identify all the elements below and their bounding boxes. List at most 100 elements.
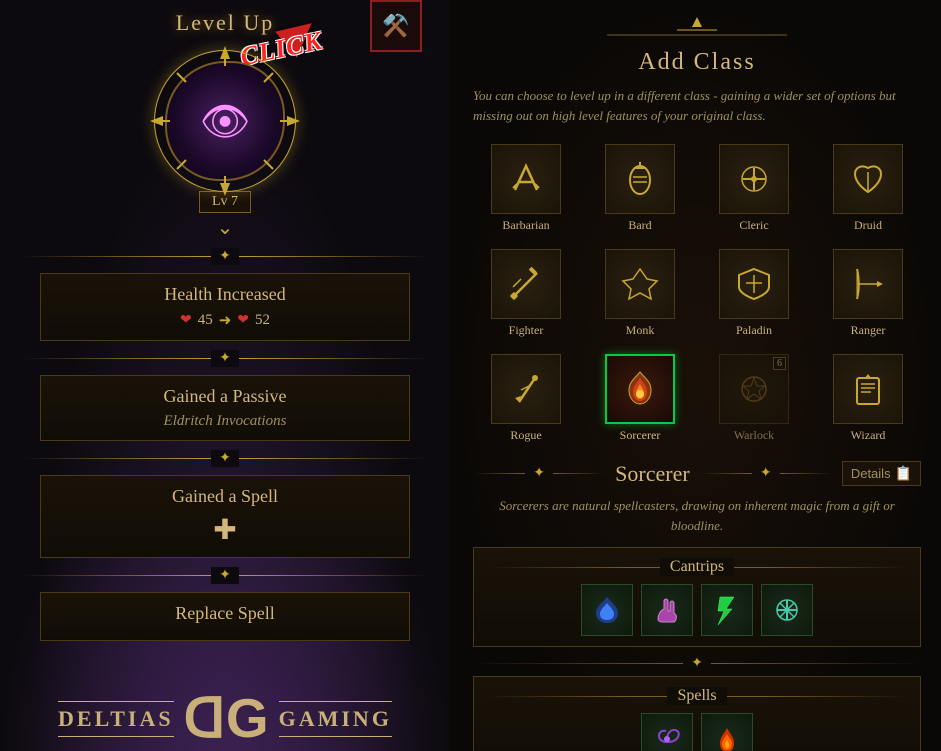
class-item-barbarian[interactable]: Barbarian [473,140,579,237]
replace-spell-card[interactable]: Replace Spell [40,592,410,641]
wizard-icon [833,354,903,424]
left-divider-star: ✦ [525,465,553,482]
paladin-icon [719,249,789,319]
bard-icon [605,144,675,214]
replace-spell-title: Replace Spell [57,603,393,624]
sorcerer-icon [605,354,675,424]
spell-icon-0[interactable] [641,713,693,751]
warlock-label: Warlock [734,428,774,443]
add-class-title: Add Class [473,49,921,76]
copy-icon: 📋 [895,465,912,482]
divider-1: ✦ [23,246,428,266]
cantrips-section: Cantrips [473,547,921,647]
spells-divider: ✦ [473,655,921,672]
ranger-label: Ranger [851,323,886,338]
details-button[interactable]: Details 📋 [842,461,921,486]
class-item-bard[interactable]: Bard [587,140,693,237]
health-increased-value: ❤ 45 ➜ ❤ 52 [57,311,393,330]
watermark-right: GAMING [279,706,392,731]
selected-class-desc: Sorcerers are natural spellcasters, draw… [473,496,921,535]
cantrips-title: Cantrips [660,558,734,576]
health-increased-card: Health Increased ❤ 45 ➜ ❤ 52 [40,273,410,341]
cleric-label: Cleric [739,218,768,233]
cantrip-icon-2[interactable] [701,584,753,636]
spells-section: Spells [473,676,921,751]
sorcerer-label: Sorcerer [620,428,661,443]
top-decoration [607,15,787,45]
class-item-warlock[interactable]: 6 Warlock [701,350,807,447]
class-item-ranger[interactable]: Ranger [815,245,921,342]
spells-divider-star: ✦ [683,655,711,672]
gained-spell-title: Gained a Spell [57,486,393,507]
druid-label: Druid [854,218,882,233]
passive-subtitle: Eldritch Invocations [57,413,393,430]
level-up-header: Level Up [176,10,274,36]
cantrips-header: Cantrips [488,558,906,576]
ranger-icon [833,249,903,319]
details-label: Details [851,466,891,481]
class-item-paladin[interactable]: Paladin [701,245,807,342]
hammer-icon: ⚒️ [382,13,409,39]
watermark-left: DELTIAS [58,706,174,731]
barbarian-icon [491,144,561,214]
divider-star-1: ✦ [211,248,239,265]
fighter-label: Fighter [509,323,544,338]
warlock-level-badge: 6 [773,357,786,370]
monk-icon [605,249,675,319]
right-panel: Add Class You can choose to level up in … [453,0,941,751]
right-divider-star: ✦ [752,465,780,482]
left-panel: Level Up ⚒️ ▶ CLICK [0,0,450,751]
class-item-cleric[interactable]: Cleric [701,140,807,237]
class-item-monk[interactable]: Monk [587,245,693,342]
warlock-icon: 6 [719,354,789,424]
wizard-label: Wizard [851,428,886,443]
click-icon-button[interactable]: ⚒️ [370,0,422,52]
character-avatar [160,56,290,186]
class-item-druid[interactable]: Druid [815,140,921,237]
monk-label: Monk [626,323,655,338]
gained-passive-title: Gained a Passive [57,386,393,407]
cantrip-icon-3[interactable] [761,584,813,636]
barbarian-label: Barbarian [502,218,549,233]
divider-star-2: ✦ [211,350,239,367]
heart-icon-2: ❤ [237,312,249,329]
class-item-rogue[interactable]: Rogue [473,350,579,447]
class-item-sorcerer[interactable]: Sorcerer [587,350,693,447]
watermark: DELTIAS ᗡG GAMING [0,681,450,751]
class-item-fighter[interactable]: Fighter [473,245,579,342]
cleric-icon [719,144,789,214]
spell-cross-icon: ✚ [57,513,393,547]
heart-icon-1: ❤ [180,312,192,329]
class-item-wizard[interactable]: Wizard [815,350,921,447]
selected-class-bar: ✦ Sorcerer ✦ Details 📋 [473,459,921,488]
cantrips-row [488,584,906,636]
spells-header: Spells [488,687,906,705]
level-up-title: Level Up [176,10,274,36]
rogue-icon [491,354,561,424]
chevron-down-icon: ⌄ [217,215,234,240]
divider-4: ✦ [23,565,428,585]
spells-title: Spells [667,687,726,705]
fighter-icon [491,249,561,319]
sun-rays [160,56,290,186]
divider-3: ✦ [23,448,428,468]
gained-passive-card: Gained a Passive Eldritch Invocations [40,375,410,441]
arrow-icon: ➜ [219,311,232,330]
rogue-label: Rogue [510,428,541,443]
bard-label: Bard [628,218,651,233]
health-increased-title: Health Increased [57,284,393,305]
cantrip-icon-1[interactable] [641,584,693,636]
divider-star-4: ✦ [211,567,239,584]
divider-2: ✦ [23,348,428,368]
spell-icon-1[interactable] [701,713,753,751]
class-grid: Barbarian Bard Cleric Druid [473,140,921,447]
cantrip-icon-0[interactable] [581,584,633,636]
add-class-description: You can choose to level up in a differen… [473,86,921,125]
health-to: 52 [255,312,270,329]
health-from: 45 [198,312,213,329]
divider-star-3: ✦ [211,450,239,467]
gained-spell-card: Gained a Spell ✚ [40,475,410,558]
druid-icon [833,144,903,214]
watermark-logo: ᗡG [184,691,269,746]
spells-row [488,713,906,751]
